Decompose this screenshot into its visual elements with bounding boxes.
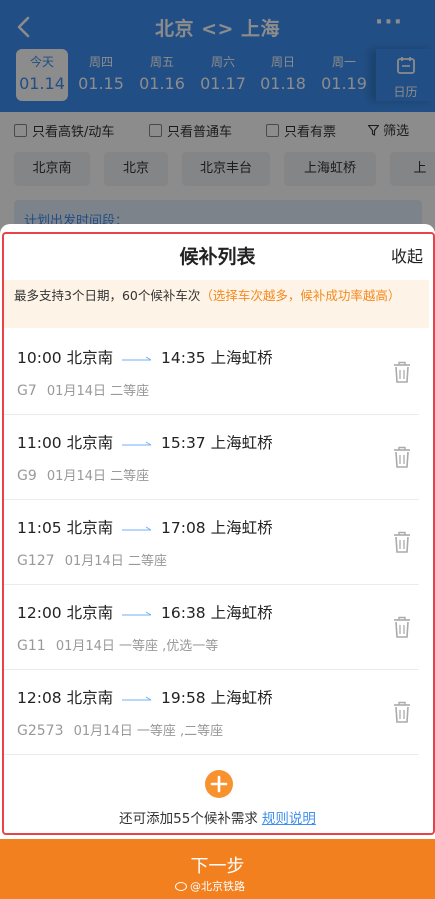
remaining-text: 还可添加55个候补需求 (119, 811, 258, 827)
watermark-text: @北京铁路 (190, 880, 245, 893)
train-number: G11 (17, 638, 46, 654)
waitlist-item: 11:00 北京南 15:37 上海虹桥 G9 01月14日 二等座 (4, 415, 419, 500)
waitlist-item: 12:00 北京南 16:38 上海虹桥 G11 01月14日 一等座 ,优选一… (4, 585, 419, 670)
departure-time: 12:08 (17, 689, 62, 707)
add-waitlist-button[interactable] (205, 770, 233, 798)
waitlist-item: 11:05 北京南 17:08 上海虹桥 G127 01月14日 二等座 (4, 500, 419, 585)
departure-station: 北京南 (66, 349, 114, 367)
train-number: G2573 (17, 723, 64, 739)
weibo-icon (175, 882, 187, 891)
departure-time: 10:00 (17, 349, 62, 367)
seat-type: 二等座 (110, 469, 150, 484)
departure-time: 11:00 (17, 434, 62, 452)
arrival-station: 上海虹桥 (210, 519, 273, 537)
departure-time: 11:05 (17, 519, 62, 537)
arrow-right-icon (122, 441, 152, 445)
arrival-station: 上海虹桥 (210, 349, 273, 367)
seat-type: 二等座 (110, 384, 150, 399)
trash-icon[interactable] (391, 445, 413, 469)
add-remaining-tip: 还可添加55个候补需求 规则说明 (0, 807, 435, 827)
train-number: G7 (17, 383, 37, 399)
departure-station: 北京南 (66, 434, 114, 452)
rules-link[interactable]: 规则说明 (262, 811, 316, 827)
seat-type: 一等座 ,优选一等 (119, 639, 219, 654)
trash-icon[interactable] (391, 530, 413, 554)
seat-type: 二等座 (127, 554, 167, 569)
trash-icon[interactable] (391, 360, 413, 384)
arrow-right-icon (122, 356, 152, 360)
trash-icon[interactable] (391, 615, 413, 639)
waitlist-item: 12:08 北京南 19:58 上海虹桥 G2573 01月14日 一等座 ,二… (4, 670, 419, 755)
waitlist-sheet: 候补列表 收起 最多支持3个日期，60个候补车次（选择车次越多，候补成功率越高）… (0, 224, 435, 839)
arrival-time: 15:37 (161, 434, 206, 452)
train-number: G9 (17, 468, 37, 484)
arrival-station: 上海虹桥 (210, 689, 273, 707)
travel-date: 01月14日 (46, 384, 106, 399)
notice-text: 最多支持3个日期，60个候补车次 (14, 288, 201, 303)
departure-station: 北京南 (66, 519, 114, 537)
waitlist-item: 10:00 北京南 14:35 上海虹桥 G7 01月14日 二等座 (4, 330, 419, 415)
travel-date: 01月14日 (73, 724, 133, 739)
arrival-station: 上海虹桥 (210, 434, 273, 452)
plus-icon (210, 775, 228, 793)
arrival-time: 19:58 (161, 689, 206, 707)
arrow-right-icon (122, 526, 152, 530)
travel-date: 01月14日 (64, 554, 124, 569)
train-number: G127 (17, 553, 55, 569)
seat-type: 一等座 ,二等座 (136, 724, 224, 739)
waitlist-notice: 最多支持3个日期，60个候补车次（选择车次越多，候补成功率越高） (2, 280, 429, 328)
arrival-time: 16:38 (161, 604, 206, 622)
trash-icon[interactable] (391, 700, 413, 724)
arrow-right-icon (122, 611, 152, 615)
departure-time: 12:00 (17, 604, 62, 622)
departure-station: 北京南 (66, 689, 114, 707)
arrival-time: 17:08 (161, 519, 206, 537)
travel-date: 01月14日 (46, 469, 106, 484)
arrival-time: 14:35 (161, 349, 206, 367)
arrow-right-icon (122, 696, 152, 700)
collapse-button[interactable]: 收起 (391, 243, 423, 267)
travel-date: 01月14日 (55, 639, 115, 654)
notice-highlight: （选择车次越多，候补成功率越高） (200, 288, 401, 303)
sheet-title: 候补列表 (179, 246, 256, 268)
arrival-station: 上海虹桥 (210, 604, 273, 622)
watermark: @北京铁路 (175, 878, 245, 894)
next-step-label: 下一步 (190, 856, 245, 877)
departure-station: 北京南 (66, 604, 114, 622)
